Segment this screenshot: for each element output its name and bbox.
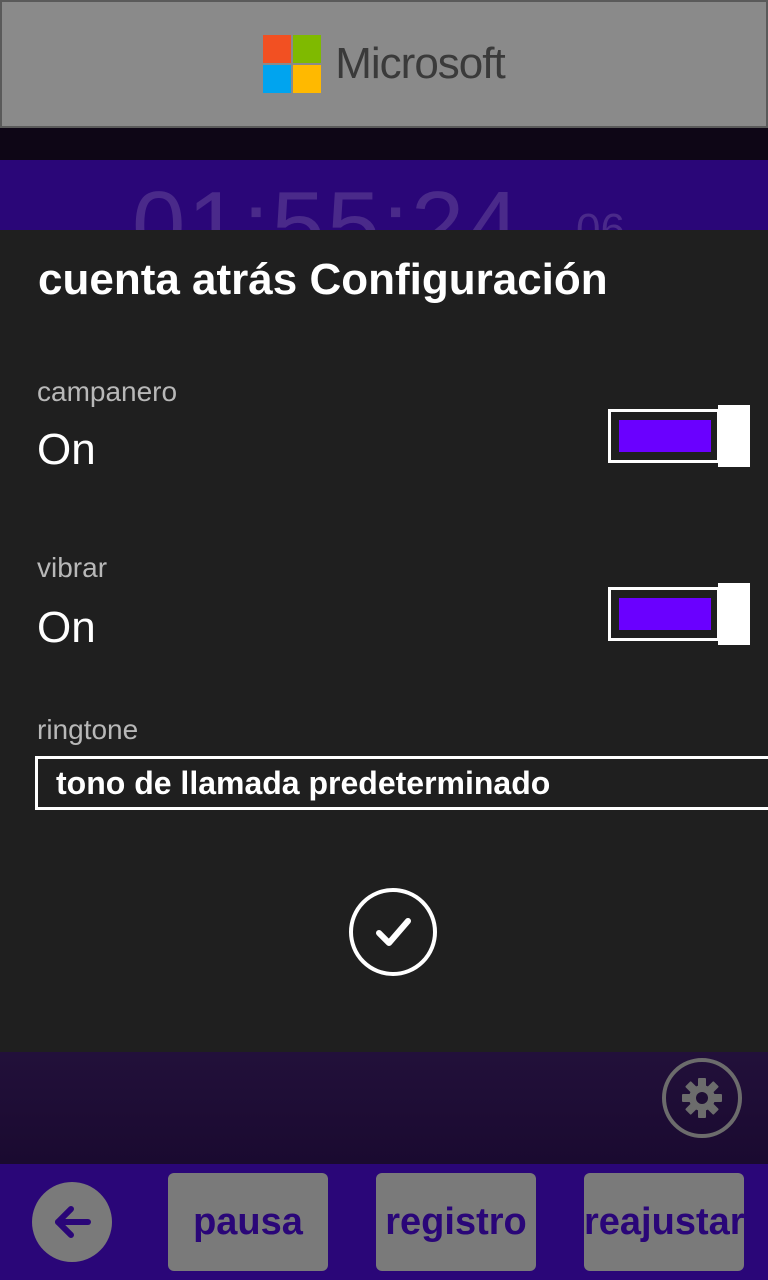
microsoft-logo-icon [263, 35, 322, 93]
header-divider [0, 128, 768, 160]
main-content-lower [0, 1052, 768, 1164]
arrow-left-icon [55, 1206, 91, 1238]
lap-button[interactable]: registro [376, 1173, 536, 1271]
toggle-fill [619, 420, 711, 452]
pause-button[interactable]: pausa [168, 1173, 328, 1271]
toggle-thumb[interactable] [718, 583, 750, 645]
settings-button[interactable] [662, 1058, 742, 1138]
timer-fraction: 06 [576, 205, 625, 231]
chime-value: On [37, 425, 96, 474]
toggle-track [608, 587, 720, 641]
ad-brand-text: Microsoft [335, 39, 505, 88]
ringtone-picker[interactable]: tono de llamada predeterminado [35, 756, 768, 810]
ad-banner[interactable]: Microsoft [0, 0, 768, 128]
gear-icon [682, 1078, 722, 1118]
dialog-title: cuenta atrás Configuración [38, 255, 608, 304]
reset-button[interactable]: reajustar [584, 1173, 744, 1271]
vibrate-label: vibrar [37, 552, 108, 583]
toggle-track [608, 409, 720, 463]
timer-display: 01:55:24 06 [0, 160, 768, 230]
settings-dialog: cuenta atrás Configuración campanero On … [0, 230, 768, 1052]
chime-toggle[interactable] [608, 405, 750, 467]
confirm-button[interactable] [349, 888, 437, 976]
checkmark-icon [376, 918, 411, 946]
back-button[interactable] [32, 1182, 112, 1262]
ringtone-label: ringtone [37, 714, 139, 745]
toggle-fill [619, 598, 711, 630]
chime-label: campanero [37, 376, 178, 407]
toggle-thumb[interactable] [718, 405, 750, 467]
vibrate-toggle[interactable] [608, 583, 750, 645]
vibrate-value: On [37, 603, 96, 652]
timer-main: 01:55:24 [132, 172, 522, 231]
